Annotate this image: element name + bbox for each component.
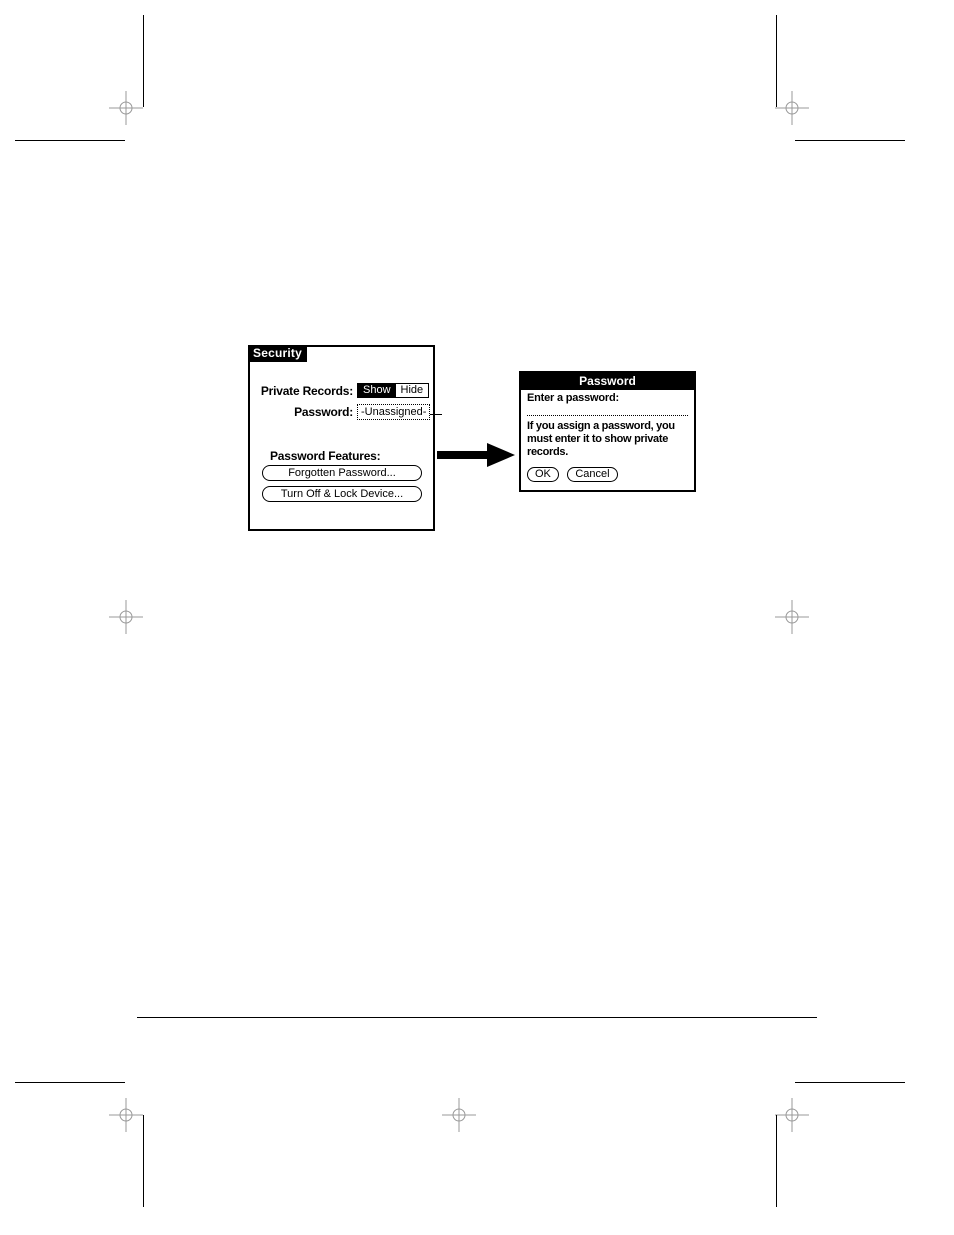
cancel-button[interactable]: Cancel xyxy=(567,467,617,482)
password-input[interactable] xyxy=(527,405,688,416)
forgotten-password-button[interactable]: Forgotten Password... xyxy=(262,465,422,481)
password-features-label: Password Features: xyxy=(270,449,380,463)
password-dialog-message: If you assign a password, you must enter… xyxy=(527,420,688,459)
password-value-box[interactable]: -Unassigned- xyxy=(357,404,430,420)
private-records-label: Private Records: xyxy=(250,384,357,398)
password-dialog-title: Password xyxy=(521,373,694,390)
footer-rule xyxy=(137,1017,817,1018)
hide-option[interactable]: Hide xyxy=(396,384,429,397)
ok-button[interactable]: OK xyxy=(527,467,559,482)
password-label: Password: xyxy=(250,405,357,419)
private-records-toggle[interactable]: Show Hide xyxy=(357,383,429,398)
enter-password-prompt: Enter a password: xyxy=(527,392,688,404)
password-dialog: Password Enter a password: If you assign… xyxy=(519,371,696,492)
show-option[interactable]: Show xyxy=(358,384,396,397)
turn-off-lock-button[interactable]: Turn Off & Lock Device... xyxy=(262,486,422,502)
security-panel: Security Private Records: Show Hide Pass… xyxy=(248,345,435,531)
arrow-icon xyxy=(437,441,517,469)
security-title: Security xyxy=(248,345,307,362)
